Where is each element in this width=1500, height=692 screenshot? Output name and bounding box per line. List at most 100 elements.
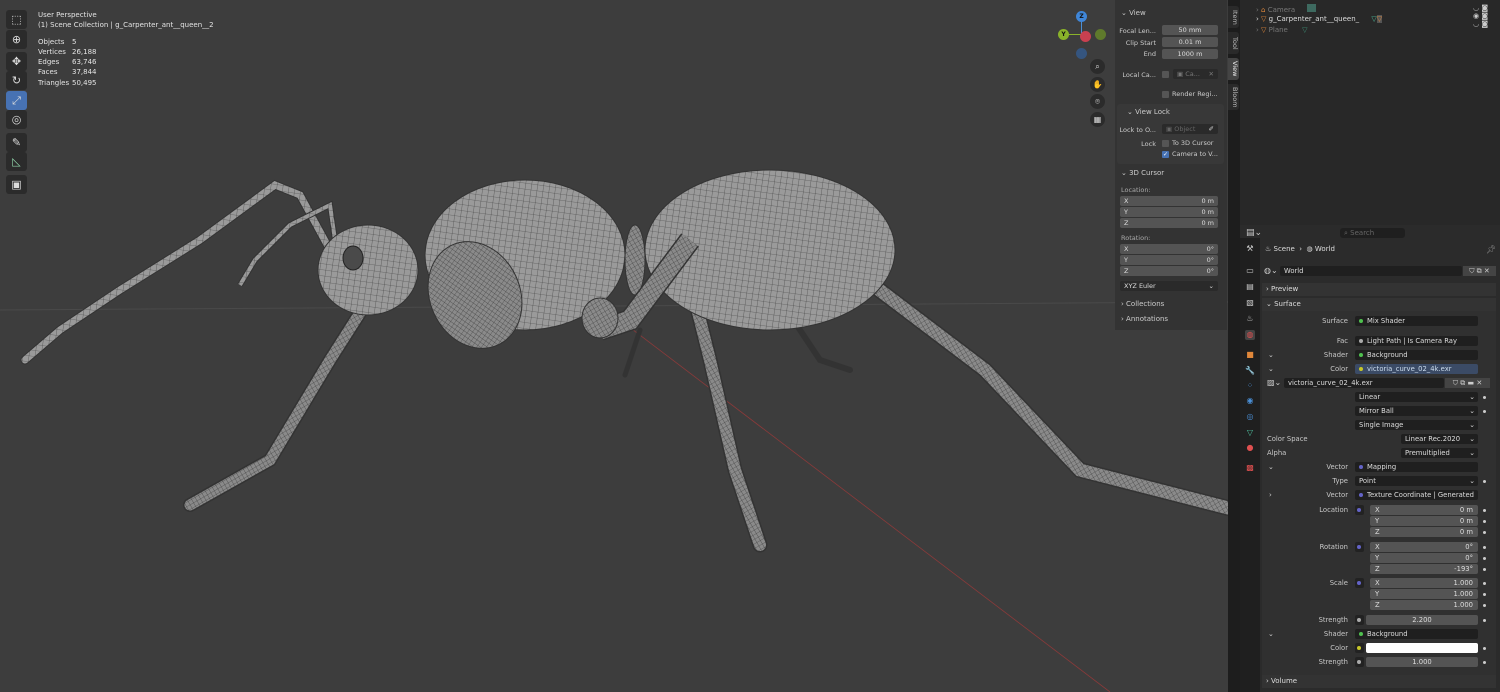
scale-tool[interactable]: ⤢ [6,91,27,110]
gizmo-neg-y-axis[interactable] [1095,29,1106,40]
volume-section-header[interactable]: › Volume [1262,675,1496,688]
local-camera-field[interactable]: ▣ Ca... ✕ [1173,69,1218,79]
view-section-header[interactable]: ⌄ View [1121,9,1146,17]
tool-tab-icon[interactable]: ⚒ [1245,244,1255,254]
scene-tab-icon[interactable]: ♨ [1245,314,1255,324]
move-tool[interactable]: ✥ [6,52,27,71]
rotation-mode-dropdown[interactable]: XYZ Euler ⌄ [1120,281,1218,291]
alpha-dropdown[interactable]: Premultiplied ⌄ [1401,448,1478,458]
rotation-x-field[interactable]: X 0° [1370,542,1478,552]
focal-length-field[interactable]: 50 mm [1162,25,1218,35]
visibility-toggles[interactable]: ◡ ◙ ◉ ◙ ◡ ◙ [1473,4,1488,28]
annotate-tool[interactable]: ✎ [6,133,27,152]
outliner-item-plane[interactable]: › ▽ Plane ▽ [1256,26,1307,34]
rotation-z-field[interactable]: Z -193° [1370,564,1478,574]
measure-tool[interactable]: ◺ [6,152,27,171]
color-swatch[interactable] [1366,643,1478,653]
scale-x-field[interactable]: X 1.000 [1370,578,1478,588]
editor-type-icon[interactable]: ▤⌄ [1246,228,1262,238]
cursor-rotation-y[interactable]: Y 0° [1120,255,1218,265]
scale-socket[interactable] [1355,578,1364,588]
color-texture-field[interactable]: victoria_curve_02_4k.exr [1355,364,1478,374]
scale-y-field[interactable]: Y 1.000 [1370,589,1478,599]
world-browse-icon[interactable]: ◍⌄ [1264,266,1278,275]
projection-dropdown[interactable]: Mirror Ball ⌄ [1355,406,1478,416]
vector-mapping-field[interactable]: Mapping [1355,462,1478,472]
outliner-item-ant[interactable]: › ▽ g_Carpenter_ant__queen_ ▽▽ [1256,15,1383,23]
data-tab-icon[interactable]: ▽ [1245,428,1255,438]
rotation-socket[interactable] [1355,542,1364,552]
clip-start-field[interactable]: 0.01 m [1162,37,1218,47]
image-name-field[interactable]: victoria_curve_02_4k.exr [1284,378,1444,388]
preview-section-header[interactable]: › Preview [1262,283,1496,296]
shader-field[interactable]: Background [1355,350,1478,360]
scale-z-field[interactable]: Z 1.000 [1370,600,1478,610]
collections-section[interactable]: › Collections [1121,300,1164,308]
pan-view-button[interactable]: ✋ [1090,77,1105,92]
strength-field[interactable]: 1.000 [1366,657,1478,667]
surface-section-header[interactable]: ⌄ Surface [1262,298,1496,311]
perspective-toggle-button[interactable]: ▦ [1090,112,1105,127]
pin-icon[interactable]: 📌︎ [1486,245,1496,254]
material-tab-icon[interactable]: ● [1245,443,1255,453]
cursor-rotation-x[interactable]: X 0° [1120,244,1218,254]
transform-tool[interactable]: ◎ [6,110,27,129]
clear-icon[interactable]: ✕ [1209,69,1214,79]
tab-view[interactable]: View [1228,58,1239,80]
shader-field[interactable]: Background [1355,629,1478,639]
render-region-checkbox[interactable] [1162,91,1169,98]
add-cube-tool[interactable]: ▣ [6,175,27,194]
location-y-field[interactable]: Y0 m [1370,516,1478,526]
clip-end-field[interactable]: 1000 m [1162,49,1218,59]
tab-bloom[interactable]: Bloom [1228,84,1239,110]
breadcrumb-scene[interactable]: Scene [1274,245,1295,253]
image-browse-icon[interactable]: ▨⌄ [1267,378,1281,387]
zoom-view-button[interactable]: ⌕ [1090,59,1105,74]
gizmo-x-axis[interactable] [1080,31,1091,42]
cursor-rotation-z[interactable]: Z 0° [1120,266,1218,276]
render-tab-icon[interactable]: ▭ [1245,266,1255,276]
mapping-type-dropdown[interactable]: Point ⌄ [1355,476,1478,486]
camera-to-view-checkbox[interactable]: ✓ [1162,151,1169,158]
vector-texcoord-field[interactable]: Texture Coordinate | Generated [1355,490,1478,500]
strength-socket[interactable] [1355,657,1364,667]
constraints-tab-icon[interactable]: ◎ [1245,412,1255,422]
strength-field[interactable]: 2.200 [1366,615,1478,625]
location-x-field[interactable]: X0 m [1370,505,1478,515]
3d-cursor-header[interactable]: ⌄ 3D Cursor [1121,169,1164,177]
texture-tab-icon[interactable]: ▩ [1245,463,1255,473]
world-datablock-buttons[interactable]: ⛉ ⧉ ✕ [1463,266,1496,276]
particles-tab-icon[interactable]: ⁘ [1245,381,1255,391]
lock-to-object-field[interactable]: ▣ Object ✐ [1162,124,1218,134]
source-dropdown[interactable]: Single Image ⌄ [1355,420,1478,430]
color-socket[interactable] [1355,643,1364,653]
view-layer-tab-icon[interactable]: ▧ [1245,298,1255,308]
strength-socket[interactable] [1355,615,1364,625]
cursor-location-x[interactable]: X0 m [1120,196,1218,206]
to-3d-cursor-checkbox[interactable] [1162,140,1169,147]
modifier-tab-icon[interactable]: 🔧 [1245,366,1255,376]
fac-field[interactable]: Light Path | Is Camera Ray [1355,336,1478,346]
cursor-location-z[interactable]: Z0 m [1120,218,1218,228]
rotate-tool[interactable]: ↻ [6,71,27,90]
cursor-location-y[interactable]: Y0 m [1120,207,1218,217]
object-tab-icon[interactable]: ■ [1245,350,1255,360]
select-box-tool[interactable]: ⬚ [6,10,27,29]
view-lock-header[interactable]: ⌄ View Lock [1127,108,1170,116]
interpolation-dropdown[interactable]: Linear ⌄ [1355,392,1478,402]
annotations-section[interactable]: › Annotations [1121,315,1168,323]
location-socket[interactable] [1355,505,1364,515]
color-space-dropdown[interactable]: Linear Rec.2020 ⌄ [1401,434,1478,444]
image-datablock-buttons[interactable]: ⛉ ⧉ ▬ ✕ [1445,378,1490,388]
world-tab-icon[interactable]: ◍ [1245,330,1255,340]
outliner-item-camera[interactable]: › ⌂ Camera [1256,4,1317,14]
properties-search-input[interactable]: ⌕ Search [1340,228,1405,238]
local-camera-checkbox[interactable] [1162,71,1169,78]
3d-viewport[interactable]: ⬚ ⊕ ✥ ↻ ⤢ ◎ ✎ ◺ ▣ User Perspective (1) S… [0,0,1228,692]
tab-item[interactable]: Item [1228,6,1239,28]
physics-tab-icon[interactable]: ◉ [1245,396,1255,406]
eyedropper-icon[interactable]: ✐ [1209,124,1214,134]
cursor-tool[interactable]: ⊕ [6,30,27,49]
world-name-field[interactable]: World [1280,266,1462,276]
gizmo-z-axis[interactable]: Z [1076,11,1087,22]
